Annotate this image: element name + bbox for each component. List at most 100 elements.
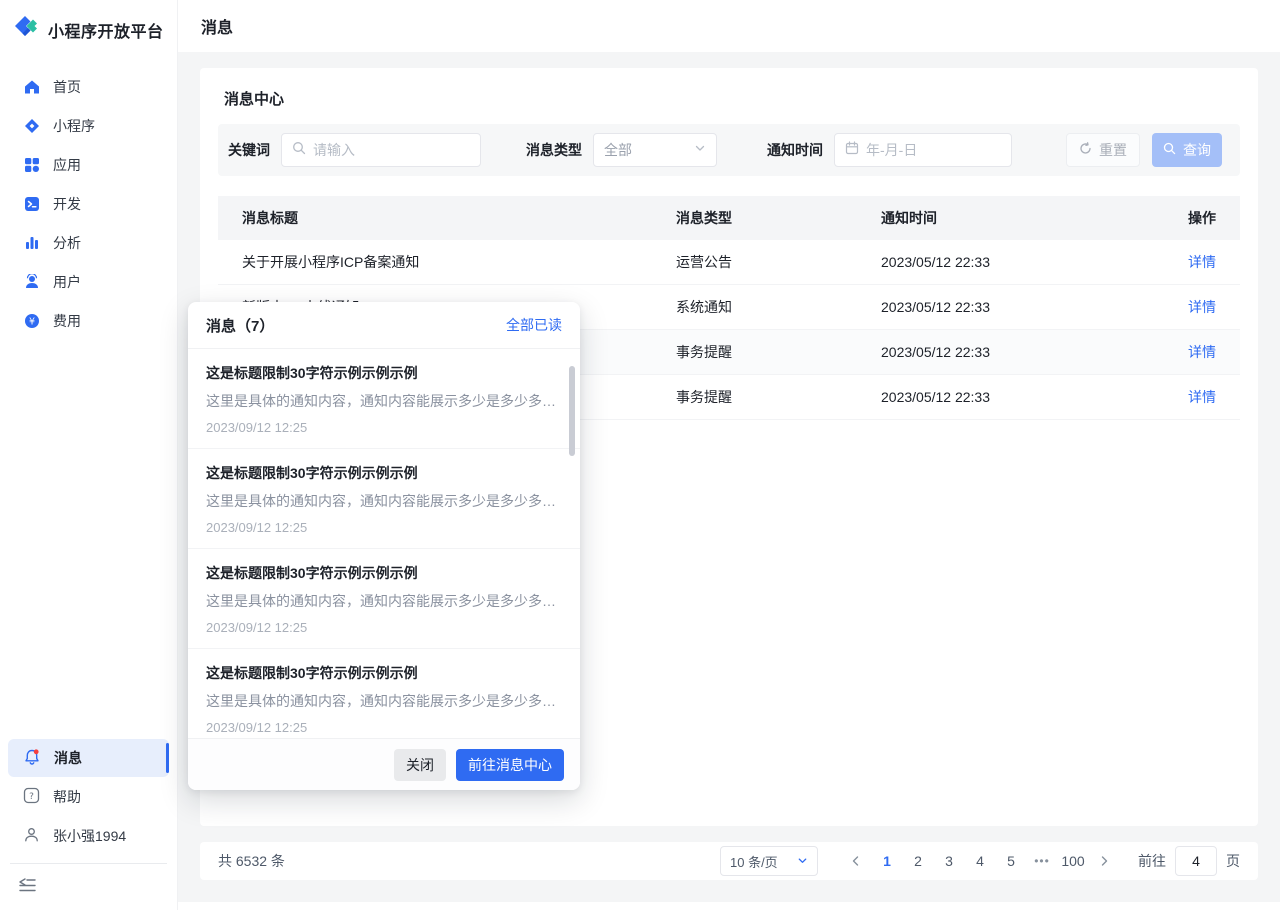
page-button[interactable]: 2 xyxy=(905,846,931,876)
goto-page-input[interactable] xyxy=(1175,846,1217,876)
cell-type: 事务提醒 xyxy=(676,387,881,407)
sidebar-item-label: 消息 xyxy=(54,748,82,768)
type-select[interactable]: 全部 xyxy=(593,133,717,167)
sidebar-item-home[interactable]: 首页 xyxy=(0,67,177,106)
scrollbar-thumb[interactable] xyxy=(569,366,575,456)
diamond-icon xyxy=(23,117,40,134)
calendar-icon xyxy=(845,141,859,160)
page-button[interactable]: 5 xyxy=(998,846,1024,876)
table-header: 消息标题 消息类型 通知时间 操作 xyxy=(218,196,1240,240)
date-input[interactable] xyxy=(866,142,1001,158)
sidebar-item-label: 小程序 xyxy=(53,116,95,136)
go-to-message-center-button[interactable]: 前往消息中心 xyxy=(456,749,564,781)
page-size-value: 10 条/页 xyxy=(730,852,778,871)
more-pages-button[interactable]: ••• xyxy=(1029,846,1055,876)
sidebar: 小程序开放平台 首页 小程序 应用 开发 xyxy=(0,0,178,910)
svg-text:¥: ¥ xyxy=(28,316,34,327)
message-title: 这是标题限制30字符示例示例示例 xyxy=(206,463,562,483)
collapse-icon xyxy=(17,877,37,898)
popup-header: 消息（7） 全部已读 xyxy=(188,302,580,349)
refresh-icon xyxy=(1079,142,1092,158)
collapse-sidebar-button[interactable] xyxy=(0,870,177,904)
query-button[interactable]: 查询 xyxy=(1152,133,1222,167)
message-title: 这是标题限制30字符示例示例示例 xyxy=(206,663,562,683)
message-time: 2023/09/12 12:25 xyxy=(206,420,562,435)
cell-title: 关于开展小程序ICP备案通知 xyxy=(218,252,676,272)
mark-all-read-link[interactable]: 全部已读 xyxy=(506,315,562,335)
message-item[interactable]: 这是标题限制30字符示例示例示例 这里是具体的通知内容，通知内容能展示多少是多少… xyxy=(188,649,580,738)
sidebar-item-users[interactable]: 用户 xyxy=(0,262,177,301)
date-picker[interactable] xyxy=(834,133,1012,167)
detail-link[interactable]: 详情 xyxy=(1188,299,1216,315)
type-select-value: 全部 xyxy=(604,140,632,160)
user-icon xyxy=(23,273,40,290)
cell-type: 事务提醒 xyxy=(676,342,881,362)
sidebar-item-miniprogram[interactable]: 小程序 xyxy=(0,106,177,145)
home-icon xyxy=(23,78,40,95)
sidebar-item-label: 张小强1994 xyxy=(53,826,126,846)
sidebar-item-analytics[interactable]: 分析 xyxy=(0,223,177,262)
page-button[interactable]: 100 xyxy=(1060,846,1086,876)
search-icon xyxy=(292,141,306,160)
page-button[interactable]: 3 xyxy=(936,846,962,876)
message-body: 这里是具体的通知内容，通知内容能展示多少是多少多少多少... xyxy=(206,391,562,411)
message-item[interactable]: 这是标题限制30字符示例示例示例 这里是具体的通知内容，通知内容能展示多少是多少… xyxy=(188,449,580,549)
page-button[interactable]: 4 xyxy=(967,846,993,876)
pagination-bar: 共 6532 条 10 条/页 1 2 3 4 5 ••• 100 前往 xyxy=(200,842,1258,880)
sidebar-nav: 首页 小程序 应用 开发 分析 xyxy=(0,67,177,340)
next-page-button[interactable] xyxy=(1091,846,1117,876)
person-outline-icon xyxy=(23,826,40,846)
help-icon: ? xyxy=(23,787,40,807)
close-button[interactable]: 关闭 xyxy=(394,749,446,781)
goto-unit: 页 xyxy=(1226,851,1240,871)
sidebar-item-label: 帮助 xyxy=(53,787,81,807)
col-header-type: 消息类型 xyxy=(676,208,881,228)
keyword-input[interactable] xyxy=(313,142,470,158)
logo-icon xyxy=(12,13,40,46)
sidebar-item-label: 应用 xyxy=(53,155,81,175)
goto-label: 前往 xyxy=(1138,851,1166,871)
message-item[interactable]: 这是标题限制30字符示例示例示例 这里是具体的通知内容，通知内容能展示多少是多少… xyxy=(188,549,580,649)
sidebar-item-messages[interactable]: 消息 xyxy=(8,739,169,777)
sidebar-item-label: 开发 xyxy=(53,194,81,214)
reset-button[interactable]: 重置 xyxy=(1066,133,1140,167)
detail-link[interactable]: 详情 xyxy=(1188,254,1216,270)
bell-icon xyxy=(23,748,41,769)
message-time: 2023/09/12 12:25 xyxy=(206,720,562,735)
popup-title: 消息（7） xyxy=(206,315,274,336)
cell-type: 运营公告 xyxy=(676,252,881,272)
cell-type: 系统通知 xyxy=(676,297,881,317)
sidebar-item-help[interactable]: ? 帮助 xyxy=(8,778,169,816)
cell-time: 2023/05/12 22:33 xyxy=(881,344,1121,360)
sidebar-item-label: 费用 xyxy=(53,311,81,331)
detail-link[interactable]: 详情 xyxy=(1188,389,1216,405)
sidebar-item-label: 用户 xyxy=(53,272,81,292)
col-header-action: 操作 xyxy=(1121,208,1240,228)
grid-icon xyxy=(23,156,40,173)
sidebar-divider xyxy=(10,863,167,864)
table-row: 关于开展小程序ICP备案通知 运营公告 2023/05/12 22:33 详情 xyxy=(218,240,1240,285)
bar-chart-icon xyxy=(23,234,40,251)
message-body: 这里是具体的通知内容，通知内容能展示多少是多少多少多少... xyxy=(206,691,562,711)
topbar: 消息 xyxy=(178,0,1280,52)
sidebar-item-develop[interactable]: 开发 xyxy=(0,184,177,223)
page-button[interactable]: 1 xyxy=(874,846,900,876)
page-size-select[interactable]: 10 条/页 xyxy=(720,846,818,876)
sidebar-bottom: 消息 ? 帮助 张小强1994 xyxy=(0,738,177,910)
sidebar-item-apps[interactable]: 应用 xyxy=(0,145,177,184)
card-title: 消息中心 xyxy=(200,68,1258,109)
time-label: 通知时间 xyxy=(767,140,823,160)
keyword-input-wrap xyxy=(281,133,481,167)
total-count: 共 6532 条 xyxy=(218,851,285,871)
messages-popup: 消息（7） 全部已读 这是标题限制30字符示例示例示例 这里是具体的通知内容，通… xyxy=(188,302,580,790)
detail-link[interactable]: 详情 xyxy=(1188,344,1216,360)
prev-page-button[interactable] xyxy=(843,846,869,876)
sidebar-item-account[interactable]: 张小强1994 xyxy=(8,817,169,855)
sidebar-item-billing[interactable]: ¥ 费用 xyxy=(0,301,177,340)
reset-button-label: 重置 xyxy=(1099,140,1127,160)
message-title: 这是标题限制30字符示例示例示例 xyxy=(206,363,562,383)
col-header-time: 通知时间 xyxy=(881,208,1121,228)
message-time: 2023/09/12 12:25 xyxy=(206,520,562,535)
message-item[interactable]: 这是标题限制30字符示例示例示例 这里是具体的通知内容，通知内容能展示多少是多少… xyxy=(188,349,580,449)
popup-footer: 关闭 前往消息中心 xyxy=(188,738,580,790)
